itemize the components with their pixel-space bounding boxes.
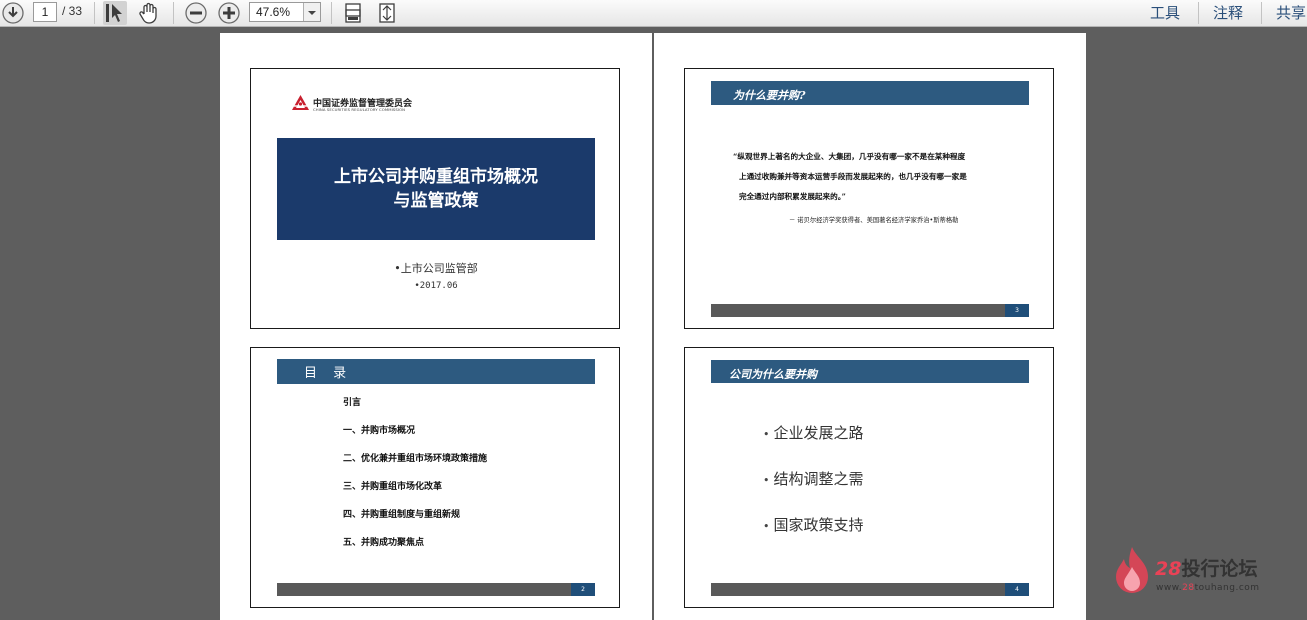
presentation-title-line-1: 上市公司并购重组市场概况 [334,167,538,187]
quote-line: 上通过收购兼并等资本运营手段而发展起来的，也几乎没有哪一家是 [739,172,967,181]
watermark-url-domain: touhang.com [1194,583,1260,593]
full-screen-icon[interactable] [375,1,399,25]
slide-page-number: 2 [571,583,595,596]
zoom-value: 47.6% [256,5,291,19]
contents-item: 引言 [343,398,362,408]
select-pointer-icon[interactable] [103,1,127,25]
contents-title: 目 录 [304,366,353,381]
slide-1-title: 中国证券监督管理委员会 CHINA SECURITIES REGULATORY … [250,68,620,329]
page-number-input[interactable]: 1 [33,2,57,22]
watermark-url: www.28touhang.com [1156,583,1260,593]
csrc-logo-icon [292,95,309,110]
contents-item: 四、并购重组制度与重组新规 [343,510,461,520]
chevron-down-icon [308,11,316,15]
zoom-dropdown-button[interactable] [303,3,320,21]
reason-item: • 结构调整之需 [763,470,864,488]
share-menu-link[interactable]: 共享 [1276,2,1306,23]
toolbar-divider [1261,2,1262,24]
document-page-left: 中国证券监督管理委员会 CHINA SECURITIES REGULATORY … [220,33,652,620]
fit-page-icon[interactable] [341,1,365,25]
contents-header-bar: 目 录 [277,359,595,384]
slide-4-title: 公司为什么要并购 [729,368,817,381]
watermark-brand: 28投行论坛 [1155,554,1257,581]
download-arrow-icon[interactable] [1,1,25,25]
slide-2-contents: 目 录 引言 一、并购市场概况 二、优化兼并重组市场环境政策措施 三、并购重组市… [250,347,620,608]
slide-3-why-merge: 为什么要并购? “纵观世界上著名的大企业、大集团，几乎没有哪一家不是在某种程度 … [684,68,1054,329]
toolbar-divider [173,2,174,24]
reasons-list: • 企业发展之路 • 结构调整之需 • 国家政策支持 [763,422,864,560]
contents-list: 引言 一、并购市场概况 二、优化兼并重组市场环境政策措施 三、并购重组市场化改革… [343,395,487,563]
slide-4-header-bar: 公司为什么要并购 [711,360,1029,383]
contents-item: 二、优化兼并重组市场环境政策措施 [343,454,488,464]
slide-page-number: 3 [1005,304,1029,317]
flame-logo-icon [1116,547,1148,593]
logo-text-english: CHINA SECURITIES REGULATORY COMMISSION [313,107,406,112]
department-label: •上市公司监管部 [394,262,478,275]
site-watermark: 28投行论坛 www.28touhang.com [1108,540,1307,620]
slide-page-number: 4 [1005,583,1029,596]
quote-text: “纵观世界上著名的大企业、大集团，几乎没有哪一家不是在某种程度 上通过收购兼并等… [733,147,1023,207]
quote-line: 完全通过内部积累发展起来的。” [739,192,846,201]
slide-footer-bar: 4 [711,583,1029,596]
slide-footer-bar: 2 [277,583,595,596]
presentation-title-line-2: 与监管政策 [393,191,479,211]
zoom-select[interactable]: 47.6% [249,2,321,22]
date-label: •2017.06 [414,281,458,291]
slide-4-reasons: 公司为什么要并购 • 企业发展之路 • 结构调整之需 • 国家政策支持 4 [684,347,1054,608]
slide-3-title: 为什么要并购? [733,89,806,102]
reason-item: • 企业发展之路 [763,424,864,442]
contents-item: 三、并购重组市场化改革 [343,482,443,492]
slide-3-header-bar: 为什么要并购? [711,81,1029,105]
hand-tool-icon[interactable] [137,1,161,25]
toolbar-divider [94,2,95,24]
zoom-out-icon[interactable] [184,1,208,25]
page-total-label: / 33 [62,4,83,18]
toolbar-divider [1198,2,1199,24]
reason-label: 结构调整之需 [773,470,864,488]
watermark-url-prefix: www. [1156,583,1183,593]
quote-line: “纵观世界上著名的大企业、大集团，几乎没有哪一家不是在某种程度 [733,152,966,161]
watermark-brand-text: 投行论坛 [1181,558,1258,580]
contents-item: 一、并购市场概况 [343,426,416,436]
viewer-toolbar: 1 / 33 47.6% 工具 注释 共享 [0,0,1307,27]
quote-source: － 诺贝尔经济学奖获得者、美国著名经济学家乔治•斯蒂格勒 [789,217,959,224]
comment-menu-link[interactable]: 注释 [1213,2,1243,23]
tools-menu-link[interactable]: 工具 [1150,2,1180,23]
watermark-brand-number: 28 [1155,558,1182,580]
slide-footer-bar: 3 [711,304,1029,317]
zoom-in-icon[interactable] [217,1,241,25]
reason-label: 企业发展之路 [773,424,864,442]
contents-item: 五、并购成功聚焦点 [343,538,425,548]
reason-label: 国家政策支持 [773,516,864,534]
reason-item: • 国家政策支持 [763,516,864,534]
watermark-url-number: 28 [1182,583,1195,593]
document-page-right: 为什么要并购? “纵观世界上著名的大企业、大集团，几乎没有哪一家不是在某种程度 … [654,33,1086,620]
presentation-title-block: 上市公司并购重组市场概况 与监管政策 [277,138,595,240]
toolbar-divider [331,2,332,24]
